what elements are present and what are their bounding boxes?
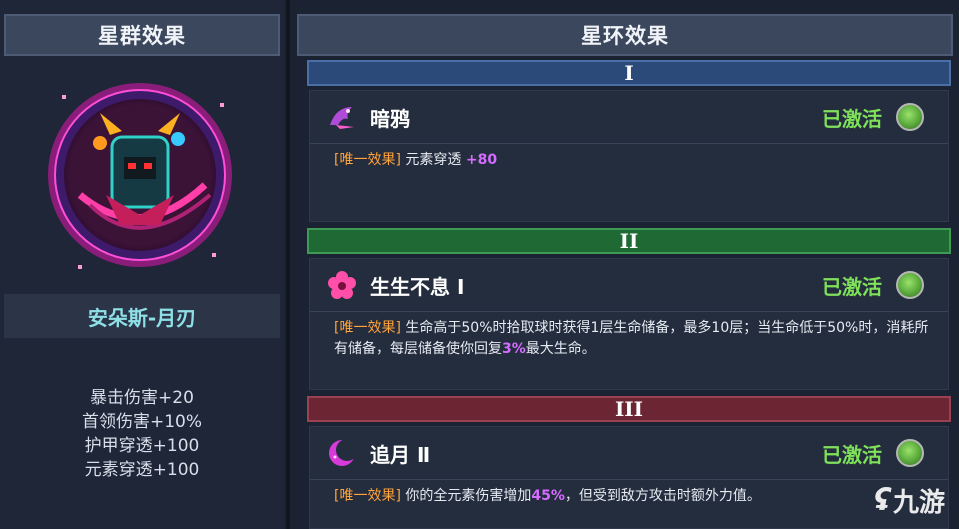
tier-2-header: II bbox=[307, 228, 951, 254]
watermark-logo-icon: ʢ bbox=[873, 483, 891, 518]
flower-icon bbox=[328, 271, 356, 299]
unique-effect-tag: [唯一效果] bbox=[334, 488, 401, 504]
effect-description: [唯一效果] 你的全元素伤害增加45%，但受到敌方攻击时额外力值。 bbox=[310, 480, 948, 507]
constellation-effect-title: 星群效果 bbox=[4, 14, 280, 56]
site-watermark: ʢ 九游 bbox=[874, 482, 945, 519]
constellation-stats: 暴击伤害+20 首领伤害+10% 护甲穿透+100 元素穿透+100 bbox=[4, 386, 280, 482]
desc-text-tail: 最大生命。 bbox=[525, 341, 596, 357]
stat-crit-damage: 暴击伤害+20 bbox=[90, 388, 194, 408]
desc-highlight: 45% bbox=[531, 488, 565, 504]
desc-highlight: +80 bbox=[465, 152, 498, 168]
active-orb-icon bbox=[896, 103, 924, 131]
desc-text: 生命高于50%时拾取球时获得1层生命储备，最多10层；当生命低于50%时，消耗所… bbox=[334, 320, 929, 357]
constellation-emblem-icon bbox=[48, 83, 232, 269]
effect-card-moon-chase[interactable]: 追月 Ⅱ 已激活 [唯一效果] 你的全元素伤害增加45%，但受到敌方攻击时额外力… bbox=[309, 426, 949, 529]
stat-element-penetration: 元素穿透+100 bbox=[84, 460, 200, 480]
constellation-panel: 星群效果 安朵斯-月刃 暴击伤害+20 首领伤害+10% 护甲穿透+100 元素… bbox=[0, 0, 284, 529]
hero-name: 安朵斯-月刃 bbox=[4, 294, 280, 338]
status-activated: 已激活 bbox=[822, 443, 882, 467]
tier-3-header: III bbox=[307, 396, 951, 422]
tier-1-header: I bbox=[307, 60, 951, 86]
effect-name: 暗鸦 bbox=[370, 107, 410, 131]
effect-description: [唯一效果] 生命高于50%时拾取球时获得1层生命储备，最多10层；当生命低于5… bbox=[310, 312, 948, 360]
watermark-text: 九游 bbox=[892, 488, 945, 518]
status-activated: 已激活 bbox=[822, 275, 882, 299]
crow-icon bbox=[330, 107, 354, 129]
active-orb-icon bbox=[896, 439, 924, 467]
effect-card-crow[interactable]: 暗鸦 已激活 [唯一效果] 元素穿透 +80 bbox=[309, 90, 949, 222]
status-activated: 已激活 bbox=[822, 107, 882, 131]
effect-description: [唯一效果] 元素穿透 +80 bbox=[310, 144, 948, 171]
effect-name: 追月 Ⅱ bbox=[370, 443, 431, 467]
desc-text: 元素穿透 bbox=[400, 152, 466, 168]
desc-text-tail: ，但受到敌方攻击时额外力值。 bbox=[564, 488, 761, 504]
star-ring-effect-title: 星环效果 bbox=[297, 14, 953, 56]
desc-text: 你的全元素伤害增加 bbox=[400, 488, 532, 504]
active-orb-icon bbox=[896, 271, 924, 299]
effect-name: 生生不息 Ⅰ bbox=[370, 275, 465, 299]
effect-card-regeneration[interactable]: 生生不息 Ⅰ 已激活 [唯一效果] 生命高于50%时拾取球时获得1层生命储备，最… bbox=[309, 258, 949, 390]
unique-effect-tag: [唯一效果] bbox=[334, 152, 401, 168]
stat-boss-damage: 首领伤害+10% bbox=[81, 412, 203, 432]
panel-divider bbox=[286, 0, 290, 529]
crescent-moon-icon bbox=[329, 439, 358, 466]
desc-highlight: 3% bbox=[502, 341, 526, 357]
unique-effect-tag: [唯一效果] bbox=[334, 320, 401, 336]
stat-armor-penetration: 护甲穿透+100 bbox=[84, 436, 200, 456]
